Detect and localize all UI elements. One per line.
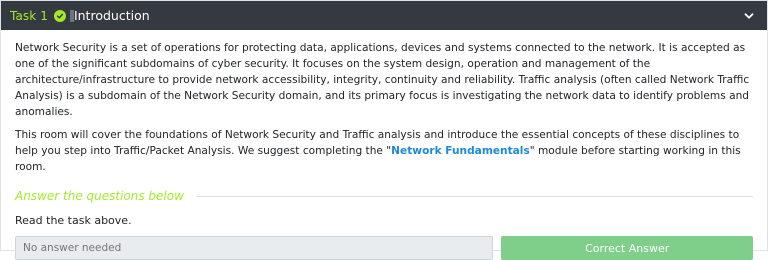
answer-heading-row: Answer the questions below xyxy=(15,189,753,203)
task-number: Task 1 xyxy=(10,8,48,23)
task-content: Network Security is a set of operations … xyxy=(1,30,767,260)
intro-paragraph: Network Security is a set of operations … xyxy=(15,42,750,118)
answer-heading: Answer the questions below xyxy=(15,189,184,203)
check-circle-icon xyxy=(53,9,66,22)
answer-row: Correct Answer xyxy=(15,236,753,260)
task-title: Introduction xyxy=(73,8,150,23)
room-paragraph: This room will cover the foundations of … xyxy=(15,127,753,175)
answer-input[interactable] xyxy=(15,236,494,260)
task-card: Task 1 Introduction Network Security is … xyxy=(0,0,768,260)
divider xyxy=(195,195,753,197)
chevron-down-icon[interactable] xyxy=(743,10,755,22)
task-header[interactable]: Task 1 Introduction xyxy=(1,1,767,30)
network-fundamentals-link[interactable]: Network Fundamentals xyxy=(391,145,530,157)
question-text: Read the task above. xyxy=(15,214,132,227)
correct-answer-button[interactable]: Correct Answer xyxy=(501,236,753,260)
